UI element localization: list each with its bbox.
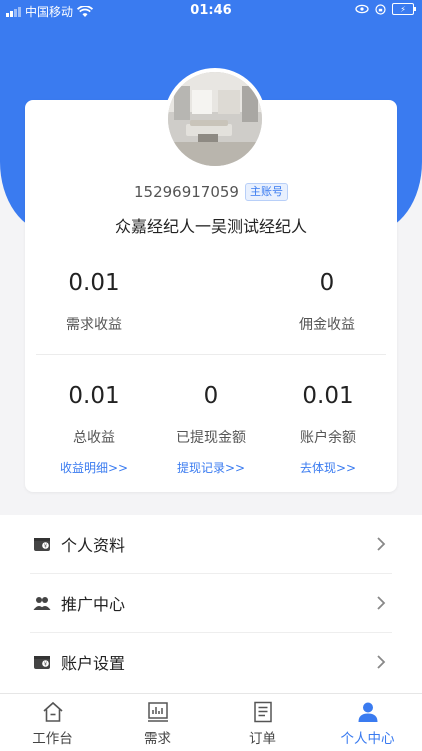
bottom-tab-bar: 工作台 需求 订单 个人中心 <box>0 693 422 751</box>
menu-item-profile[interactable]: ¥ 个人资料 <box>0 515 422 573</box>
phone-number: 15296917059 <box>134 183 239 201</box>
menu-item-promotion[interactable]: 推广中心 <box>0 574 422 632</box>
menu-item-account-settings[interactable]: ¥ 账户设置 <box>0 633 422 691</box>
income-details-link[interactable]: 收益明细>> <box>34 459 154 476</box>
menu-item-label: 推广中心 <box>61 595 126 614</box>
menu-list: ¥ 个人资料 推广中心 ¥ 账户设置 <box>0 515 422 693</box>
battery-charging-icon: ⚡ <box>392 3 416 15</box>
tab-orders[interactable]: 订单 <box>210 694 315 751</box>
demand-income-value: 0.01 <box>68 270 120 296</box>
tab-workbench[interactable]: 工作台 <box>0 694 105 751</box>
stats-divider <box>36 354 386 355</box>
lock-rotation-icon <box>375 3 386 15</box>
tab-personal-center[interactable]: 个人中心 <box>315 694 420 751</box>
account-balance-label: 账户余额 <box>300 430 356 446</box>
avatar-room-photo <box>168 72 262 166</box>
wallet-icon: ¥ <box>34 538 50 551</box>
total-income-value: 0.01 <box>68 383 120 409</box>
svg-text:¥: ¥ <box>44 544 47 550</box>
home-icon <box>43 701 63 722</box>
chevron-right-icon <box>377 655 386 669</box>
account-balance-value: 0.01 <box>302 383 354 409</box>
withdrawn-amount-value: 0 <box>203 383 219 409</box>
commission-income-label: 佣金收益 <box>299 317 355 333</box>
users-icon <box>33 597 51 610</box>
status-right: ⚡ <box>355 3 416 15</box>
tab-label: 订单 <box>249 731 276 747</box>
commission-income-value: 0 <box>319 270 335 296</box>
tab-label: 工作台 <box>32 731 73 747</box>
total-income-label: 总收益 <box>73 430 115 446</box>
tab-label: 个人中心 <box>340 731 395 747</box>
person-icon <box>358 702 378 722</box>
tab-demand[interactable]: 需求 <box>105 694 210 751</box>
withdrawn-amount-label: 已提现金额 <box>176 430 246 446</box>
demand-income-label: 需求收益 <box>66 317 122 333</box>
tab-label: 需求 <box>144 731 171 747</box>
agent-name: 众嘉经纪人一吴测试经纪人 <box>114 217 307 236</box>
svg-text:¥: ¥ <box>44 662 47 668</box>
menu-item-label: 个人资料 <box>61 536 126 555</box>
status-bar: 中国移动 01:46 ⚡ <box>0 0 422 22</box>
chevron-right-icon <box>377 537 386 551</box>
wallet-icon: ¥ <box>34 656 50 669</box>
chevron-right-icon <box>377 596 386 610</box>
account-badge: 主账号 <box>244 183 288 201</box>
menu-item-label: 账户设置 <box>61 654 126 673</box>
withdraw-records-link[interactable]: 提现记录>> <box>151 459 271 476</box>
avatar[interactable] <box>164 68 266 170</box>
account-row: 15296917059 主账号 <box>25 180 397 204</box>
withdraw-now-link[interactable]: 去体现>> <box>268 459 388 476</box>
chart-icon <box>148 702 168 722</box>
eye-icon <box>355 4 369 14</box>
document-icon <box>254 701 272 723</box>
